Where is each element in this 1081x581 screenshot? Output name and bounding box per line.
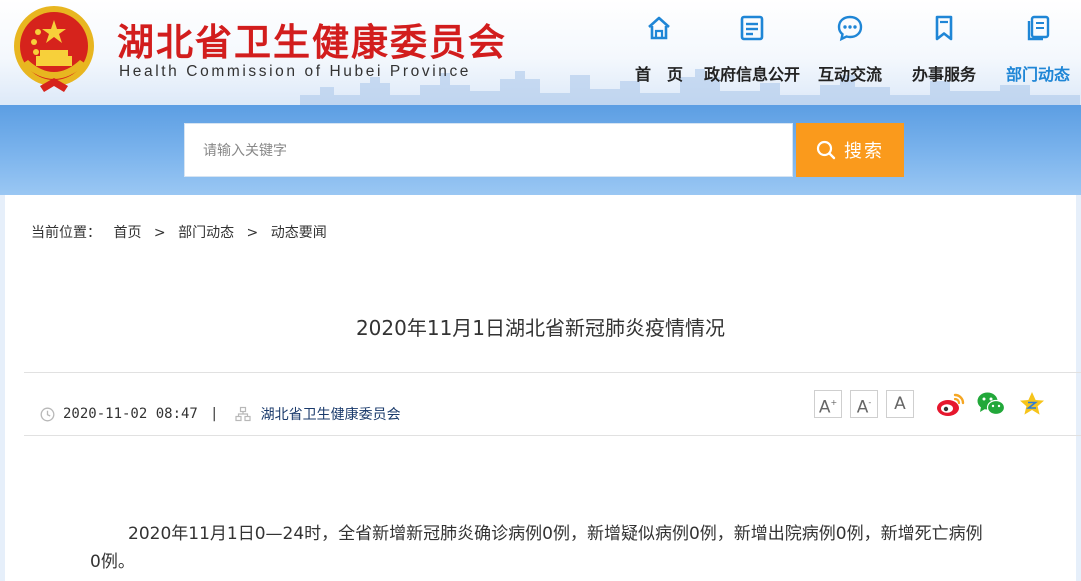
home-icon	[648, 16, 670, 40]
breadcrumb-separator: >	[153, 225, 166, 241]
search-icon	[816, 140, 836, 160]
nav-label: 首 页	[634, 65, 683, 84]
article-source: 湖北省卫生健康委员会	[260, 407, 401, 423]
font-increase-label: A	[818, 397, 831, 418]
bookmark-icon	[935, 15, 953, 41]
search-input[interactable]: 请输入关键字	[184, 123, 793, 177]
nav-label: 互动交流	[817, 65, 882, 84]
breadcrumb-item-dept-news[interactable]: 部门动态	[178, 225, 234, 241]
breadcrumb: 当前位置： 首页 > 部门动态 > 动态要闻	[31, 222, 327, 242]
publish-date: 2020-11-02 08:47	[63, 406, 198, 422]
font-increase-button[interactable]: A+	[814, 390, 842, 418]
breadcrumb-item-headlines[interactable]: 动态要闻	[271, 225, 327, 241]
favorite-star-icon[interactable]	[1017, 389, 1047, 419]
breadcrumb-item-home[interactable]: 首页	[113, 225, 141, 241]
nav-label: 政府信息公开	[703, 65, 800, 84]
weibo-icon[interactable]	[935, 389, 965, 419]
font-reset-button[interactable]: A	[886, 390, 914, 418]
breadcrumb-prefix: 当前位置：	[31, 225, 101, 241]
site-title: 湖北省卫生健康委员会	[117, 21, 507, 64]
breadcrumb-separator: >	[246, 225, 259, 241]
document-icon	[740, 15, 764, 41]
article-title: 2020年11月1日湖北省新冠肺炎疫情情况	[355, 316, 726, 340]
nav-item-dept-news[interactable]: 部门动态	[988, 0, 1081, 100]
minus-icon: -	[868, 398, 872, 407]
font-decrease-label: A	[856, 397, 869, 418]
nav-item-gov-info[interactable]: 政府信息公开	[702, 0, 802, 100]
search-button[interactable]: 搜索	[796, 123, 904, 177]
font-decrease-button[interactable]: A-	[850, 390, 878, 418]
site-subtitle: Health Commission of Hubei Province	[119, 63, 472, 80]
font-reset-label: A	[894, 394, 906, 414]
nav-label: 部门动态	[1005, 65, 1070, 84]
nav-item-services[interactable]: 办事服务	[894, 0, 994, 100]
nav-label: 办事服务	[911, 65, 976, 84]
wechat-icon[interactable]	[976, 389, 1006, 419]
national-emblem-icon	[14, 6, 94, 92]
article-body-paragraph: 2020年11月1日0—24时，全省新增新冠肺炎确诊病例0例，新增疑似病例0例，…	[90, 524, 983, 572]
nav-item-interaction[interactable]: 互动交流	[800, 0, 900, 100]
organization-icon	[234, 406, 251, 422]
meta-divider: |	[211, 406, 217, 422]
chat-bubble-icon	[837, 15, 863, 42]
search-button-label: 搜索	[844, 141, 884, 161]
article-meta: 2020-11-02 08:47 | 湖北省卫生健康委员会	[40, 404, 401, 424]
clock-icon	[40, 407, 55, 421]
nav-item-home[interactable]: 首 页	[609, 0, 709, 100]
plus-icon: +	[830, 398, 838, 407]
pages-icon	[1027, 15, 1050, 41]
